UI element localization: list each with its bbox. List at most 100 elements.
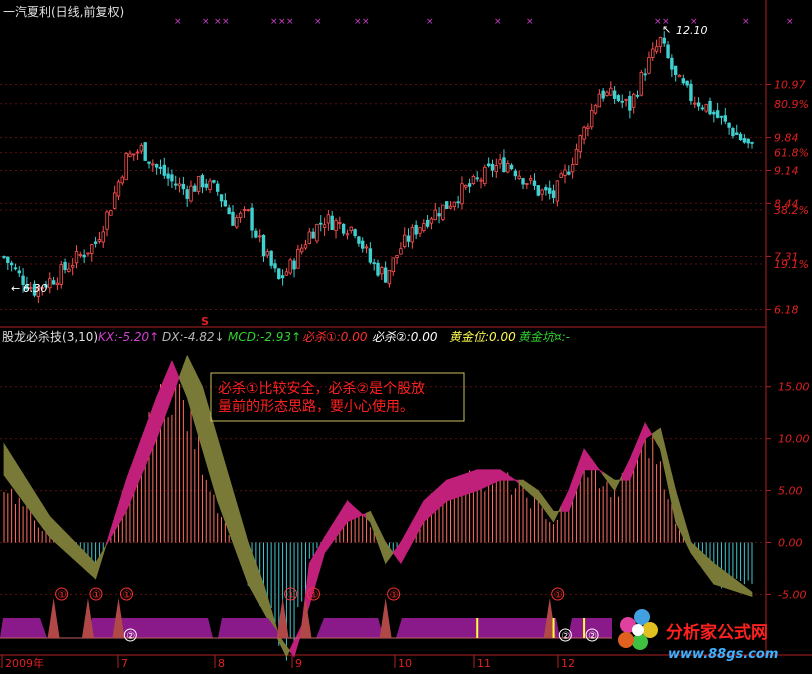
candle-body [128,153,132,157]
legend-item: MCD:-2.93↑ [228,330,301,344]
candle-body [227,207,231,215]
x-marker: × [786,17,794,27]
candle-body [494,165,499,173]
signal-s: S [201,315,209,328]
ribbon-segment [91,558,96,580]
x-tick-label: 10 [398,657,412,670]
x-tick-label: 12 [561,657,575,670]
candle-body [677,74,682,78]
ribbon-segment [76,542,81,566]
ribbon-segment [57,523,62,549]
ind-tick-label: 15.00 [778,381,810,394]
candle-body [502,157,506,173]
candle-body [13,267,18,270]
ribbon-segment [484,469,490,488]
candle-body [456,201,460,204]
candle-body [563,169,567,176]
candle-body [464,185,468,188]
candle-body [338,222,342,224]
ribbon-segment [68,535,74,559]
candle-body [261,234,266,257]
candle-body [82,254,86,258]
ribbon-segment [7,448,13,487]
candle-body [486,163,491,167]
x-marker: × [278,17,286,27]
ribbon-segment [83,550,89,573]
ribbon-segment [453,475,459,499]
candle-body [513,170,518,177]
candle-body [727,122,731,128]
x-marker: × [314,17,322,27]
band-segment [0,618,47,638]
candle-body [723,115,727,122]
ribbon-segment [427,493,432,520]
ribbon-segment [22,472,28,508]
candle-body [509,164,514,170]
ribbon-segment [431,489,436,516]
ribbon-segment [209,412,215,489]
x-marker: × [286,17,294,27]
ribbon-segment [205,399,211,476]
candle-body [471,175,476,184]
signal2-label: ② [126,631,135,642]
ind-tick-label: 5.00 [778,485,803,498]
signal1-label: ① [287,590,296,601]
legend-item: DX:-4.82↓ [162,330,225,344]
x-tick-label: 7 [121,657,128,670]
price-tick-label: 6.18 [774,304,799,317]
candle-body [48,278,52,289]
ribbon-segment [488,469,493,487]
candle-body [74,251,79,264]
price-tick-label: 9.14 [774,164,799,177]
candle-body [368,248,373,263]
ribbon-segment [446,478,451,502]
candle-body [383,267,388,283]
ribbon-segment [450,477,455,501]
signal2-label: ② [588,631,597,642]
candle-body [170,174,174,182]
price-tick-label: 9.84 [774,132,799,145]
candle-body [593,104,598,114]
signal2-label: ② [561,631,570,642]
ribbon-segment [34,490,39,523]
ribbon-segment [465,471,470,496]
candle-body [277,268,281,280]
candle-body [517,175,521,179]
candle-body [193,185,197,192]
candle-body [341,223,346,234]
pct-tick-label: 19.1% [774,258,809,271]
candle-body [483,166,487,184]
candle-body [712,111,716,115]
ribbon-segment [732,577,738,593]
candle-body [353,229,357,237]
candle-body [120,176,125,184]
ribbon-segment [423,496,429,523]
candle-body [124,153,128,181]
x-marker: × [362,17,370,27]
candle-body [143,142,147,161]
candle-body [467,183,472,187]
ribbon-segment [202,386,207,463]
ribbon-segment [49,515,55,542]
candle-body [112,192,117,209]
ribbon-segment [438,482,444,509]
high-label: 12.10 [676,24,708,37]
candle-body [9,262,14,266]
candle-body [280,275,285,279]
candle-body [97,239,102,242]
ribbon-segment [3,442,9,482]
candle-body [67,268,71,272]
candle-body [116,181,121,197]
candle-body [555,180,560,202]
x-tick-label: 11 [477,657,491,670]
candle-body [662,37,666,44]
candle-body [429,218,434,224]
candle-body [86,252,90,255]
indicator-name: 股龙必杀技(3,10) [2,329,98,344]
candle-body [380,267,384,275]
ribbon-segment [87,554,93,577]
candle-body [425,219,430,227]
candle-body [448,205,453,209]
ribbon-segment [717,565,722,588]
candle-body [639,72,644,96]
